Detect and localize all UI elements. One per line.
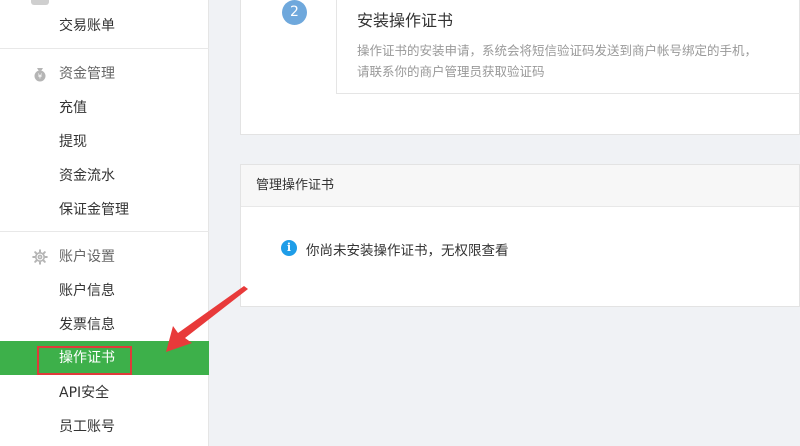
sidebar-item-deposit-manage[interactable]: 保证金管理 xyxy=(0,193,209,227)
sidebar-item-api-security[interactable]: API安全 xyxy=(0,376,209,410)
sidebar-item-account-info[interactable]: 账户信息 xyxy=(0,274,209,308)
info-icon: i xyxy=(281,240,297,256)
sidebar-group-fund-manage: ¥ 资金管理 xyxy=(0,57,209,91)
sidebar-item-label: 操作证书 xyxy=(59,350,115,366)
sidebar-item-label: 账户信息 xyxy=(59,283,115,299)
sidebar-item-label: 发票信息 xyxy=(59,317,115,333)
sidebar-divider xyxy=(0,48,209,49)
sidebar-divider xyxy=(0,231,209,232)
notice-text: 你尚未安装操作证书，无权限查看 xyxy=(306,243,509,259)
menu-icon-stub xyxy=(31,0,49,5)
sidebar-item-label: 提现 xyxy=(59,134,87,150)
gear-icon xyxy=(32,249,48,265)
step-description: 操作证书的安装申请，系统会将短信验证码发送到商户帐号绑定的手机， 请联系你的商户… xyxy=(357,40,800,82)
step-desc-line: 操作证书的安装申请，系统会将短信验证码发送到商户帐号绑定的手机， xyxy=(357,43,758,58)
sidebar-item-invoice-info[interactable]: 发票信息 xyxy=(0,308,209,342)
money-bag-icon: ¥ xyxy=(34,68,46,82)
sidebar-item-label: 员工账号 xyxy=(59,419,115,435)
step-divider xyxy=(336,93,800,94)
sidebar-item-withdraw[interactable]: 提现 xyxy=(0,125,209,159)
sidebar-item-fund-flow[interactable]: 资金流水 xyxy=(0,159,209,193)
sidebar-item-operation-cert[interactable]: 操作证书 xyxy=(0,341,209,375)
step-desc-line: 请联系你的商户管理员获取验证码 xyxy=(357,64,545,79)
sidebar-group-label: 账户设置 xyxy=(59,249,115,265)
sidebar-item-staff-account[interactable]: 员工账号 xyxy=(0,410,209,444)
sidebar-group-label: 资金管理 xyxy=(59,66,115,82)
sidebar-item-label: 资金流水 xyxy=(59,168,115,184)
sidebar: 交易账单 ¥ 资金管理 充值 提现 资金流水 保证金管理 账户设置 账户信息 发… xyxy=(0,0,209,446)
sidebar-item-trade-bill[interactable]: 交易账单 xyxy=(0,9,209,43)
sidebar-item-label: 充值 xyxy=(59,100,87,116)
sidebar-item-label: API安全 xyxy=(59,385,110,401)
manage-cert-card: 管理操作证书 i 你尚未安装操作证书，无权限查看 xyxy=(240,164,800,307)
manage-cert-title: 管理操作证书 xyxy=(241,165,799,207)
svg-text:¥: ¥ xyxy=(38,73,43,81)
sidebar-item-label: 交易账单 xyxy=(59,18,115,34)
step-divider xyxy=(336,0,337,93)
sidebar-item-label: 保证金管理 xyxy=(59,202,129,218)
step-title: 安装操作证书 xyxy=(357,11,454,30)
step-number-badge: 2 xyxy=(282,0,307,25)
sidebar-item-recharge[interactable]: 充值 xyxy=(0,91,209,125)
sidebar-group-account-settings: 账户设置 xyxy=(0,240,209,274)
